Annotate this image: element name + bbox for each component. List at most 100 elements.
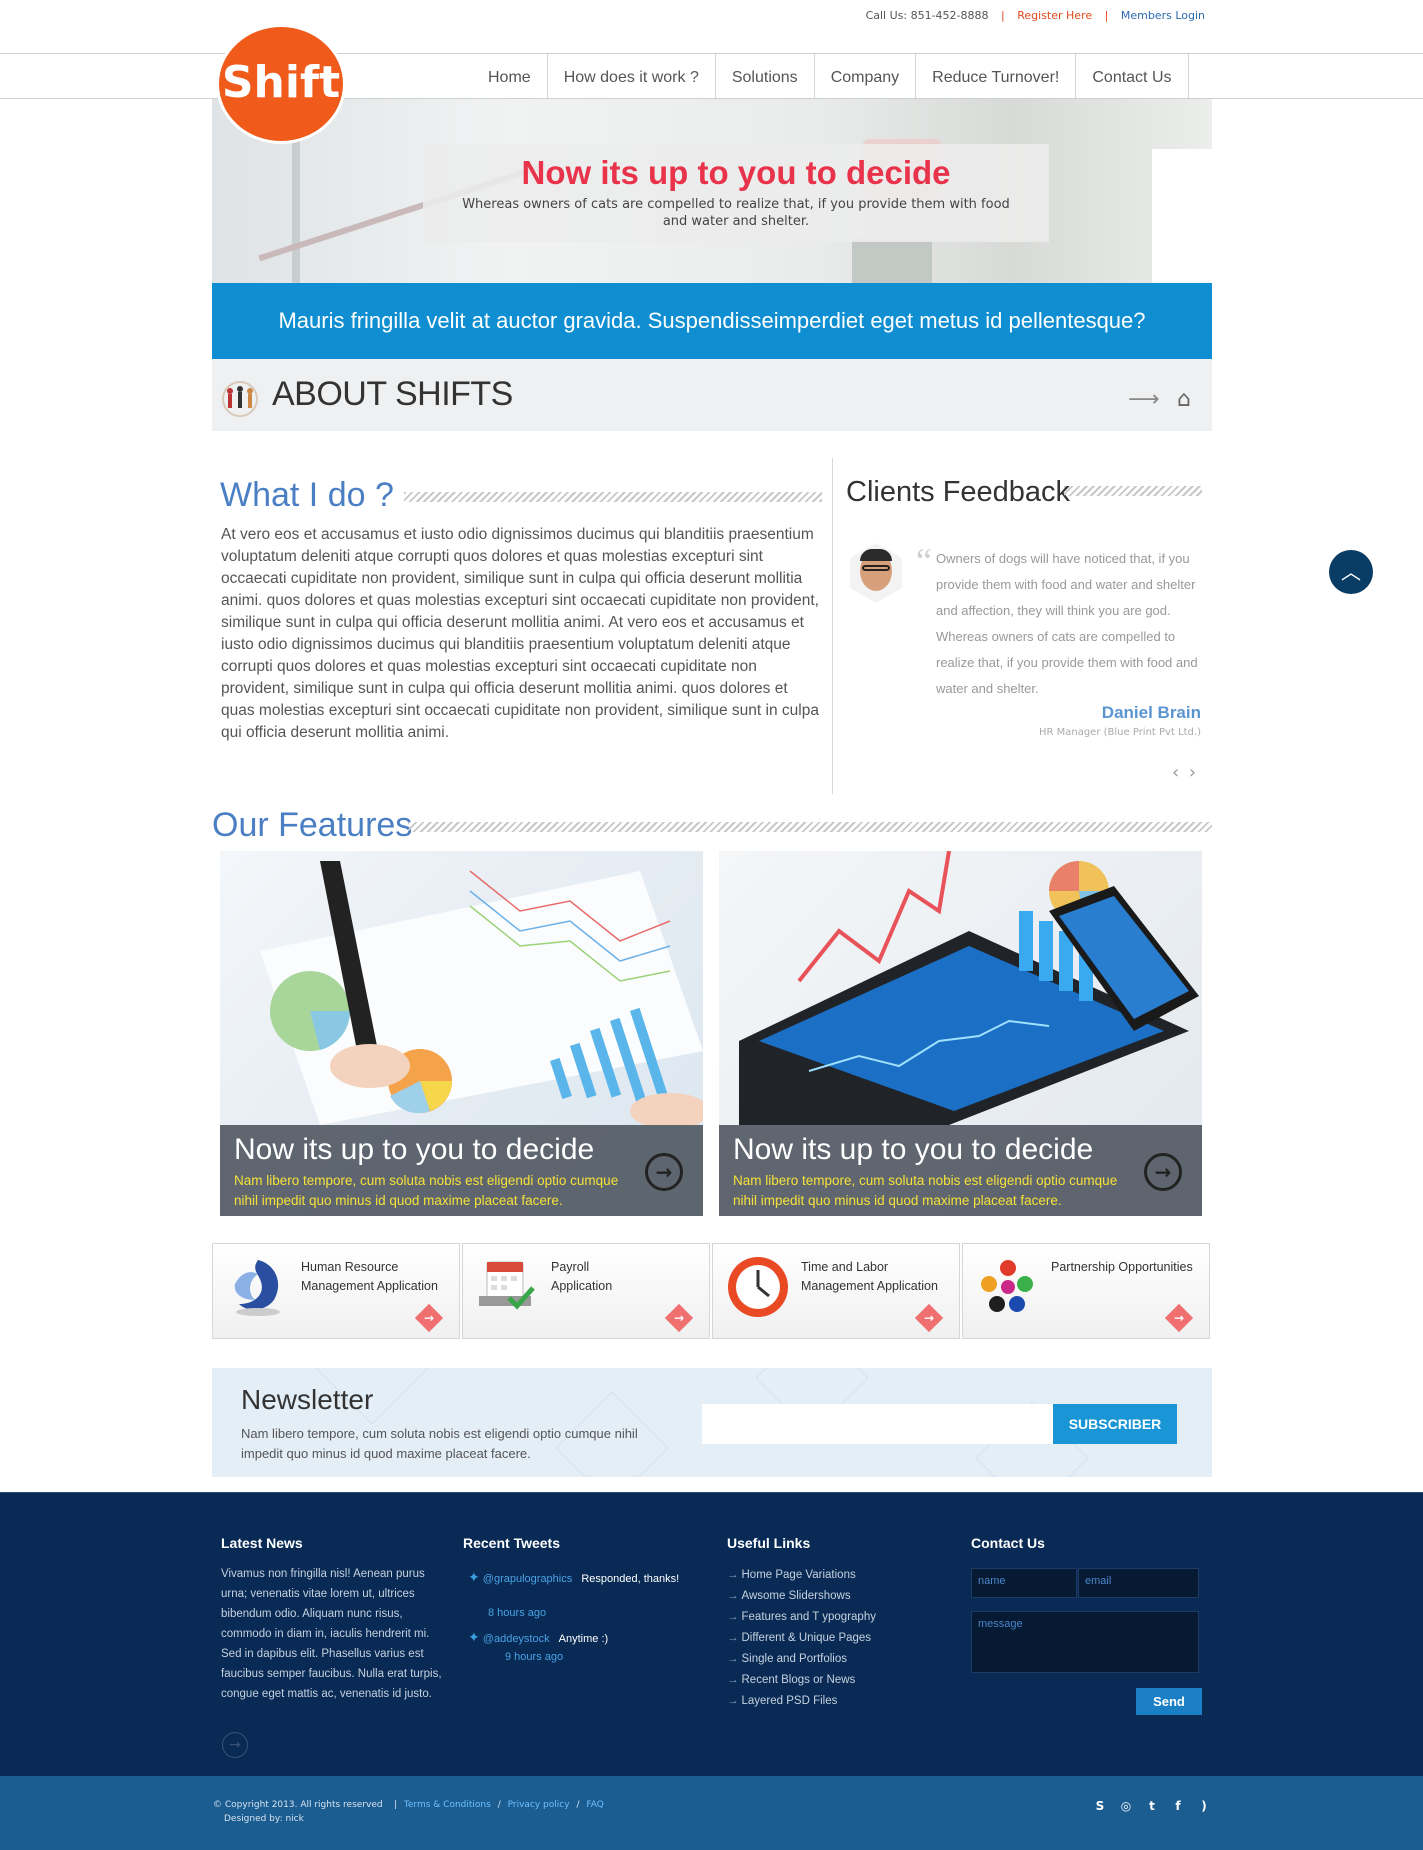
bottom-bar: © Copyright 2013. All rights reserved | …	[0, 1776, 1423, 1850]
tagline-band: Mauris fringilla velit at auctor gravida…	[212, 283, 1212, 369]
nav-item-solutions[interactable]: Solutions	[714, 54, 814, 99]
column-divider	[832, 458, 833, 794]
footer-link[interactable]: Single and Portfolios	[727, 1649, 876, 1670]
top-separator: |	[1001, 9, 1005, 22]
tweet-item: ✦ @addeystock Anytime :)	[468, 1629, 608, 1646]
subscribe-button[interactable]: SUBSCRIBER	[1053, 1404, 1177, 1444]
footer-link[interactable]: Features and T ypography	[727, 1607, 876, 1628]
app-tile-time[interactable]: Time and Labor Management Application →	[712, 1243, 960, 1339]
nav-item-how-it-works[interactable]: How does it work ?	[546, 54, 715, 99]
people-circle-icon	[222, 381, 258, 417]
newsletter-email-input[interactable]	[702, 1404, 1054, 1444]
feedback-quote: Owners of dogs will have noticed that, i…	[936, 551, 1198, 696]
twitter-bird-icon: ✦	[468, 1629, 480, 1645]
feedback-pager[interactable]: ‹ ›	[1172, 762, 1198, 783]
footer-news-title: Latest News	[221, 1535, 303, 1551]
app-tile-partnership[interactable]: Partnership Opportunities →	[962, 1243, 1210, 1339]
newsletter: Newsletter Nam libero tempore, cum solut…	[212, 1368, 1212, 1477]
arrow-right-icon[interactable]: →	[1164, 1303, 1194, 1333]
arrow-right-icon[interactable]: →	[222, 1732, 248, 1758]
dribbble-icon[interactable]: ◎	[1118, 1798, 1134, 1814]
avatar-hair	[860, 549, 892, 561]
members-login-link[interactable]: Members Login	[1121, 9, 1205, 22]
nav-item-home[interactable]: Home	[472, 54, 547, 99]
feature-text: Nam libero tempore, cum soluta nobis est…	[733, 1173, 1118, 1208]
app-tile-payroll[interactable]: Payroll Application →	[462, 1243, 710, 1339]
rss-icon[interactable]: )	[1196, 1798, 1212, 1814]
footer-link[interactable]: Awsome Slidershows	[727, 1586, 876, 1607]
feature-caption: Now its up to you to decide Nam libero t…	[719, 1125, 1202, 1216]
feature-card[interactable]: Now its up to you to decide Nam libero t…	[719, 851, 1202, 1216]
footer-tweets-title: Recent Tweets	[463, 1535, 560, 1551]
faq-link[interactable]: FAQ	[586, 1800, 603, 1810]
hero-title: Now its up to you to decide	[521, 154, 951, 191]
feedback-role: HR Manager (Blue Print Pvt Ltd.)	[1038, 727, 1201, 738]
top-info: Call Us: 851-452-8888 | Register Here | …	[866, 9, 1205, 22]
register-link[interactable]: Register Here	[1017, 9, 1092, 22]
about-bar: ABOUT SHIFTS ⟶ ⌂	[212, 359, 1212, 431]
hr-swirl-icon	[234, 1260, 280, 1316]
facebook-icon[interactable]: f	[1170, 1798, 1186, 1814]
tagline-text: Mauris fringilla velit at auctor gravida…	[278, 308, 1146, 333]
app-label: Payroll Application	[551, 1258, 612, 1296]
tweet-message: Anytime :)	[558, 1633, 609, 1645]
footer-link[interactable]: Home Page Variations	[727, 1565, 876, 1586]
footer-link[interactable]: Recent Blogs or News	[727, 1670, 876, 1691]
about-title: ABOUT SHIFTS	[272, 375, 513, 413]
nav-item-contact[interactable]: Contact Us	[1075, 54, 1189, 99]
tweet-handle[interactable]: @grapulographics	[483, 1573, 572, 1585]
arrow-circle-icon[interactable]: →	[1144, 1153, 1182, 1191]
tweet-item: ✦ @grapulographics Responded, thanks!	[468, 1569, 679, 1586]
hero-caption: Now its up to you to decide Whereas owne…	[423, 144, 1049, 242]
app-tile-hr[interactable]: Human Resource Management Application →	[212, 1243, 460, 1339]
logo-text: Shift	[221, 57, 341, 108]
tablet-illustration	[739, 851, 1199, 1125]
privacy-link[interactable]: Privacy policy	[508, 1800, 570, 1810]
footer	[0, 1492, 1423, 1776]
arrow-right-icon[interactable]: ⟶	[1128, 387, 1160, 412]
tweet-handle[interactable]: @addeystock	[483, 1633, 550, 1645]
feedback-title: Clients Feedback	[846, 476, 1071, 508]
home-icon[interactable]: ⌂	[1177, 387, 1191, 412]
contact-email-field[interactable]: email	[1078, 1568, 1199, 1598]
hero-deco	[852, 239, 932, 283]
site-logo[interactable]: Shift	[216, 24, 346, 144]
hero-deco	[1152, 149, 1212, 283]
tweet-time: 8 hours ago	[488, 1607, 547, 1619]
footer-link[interactable]: Different & Unique Pages	[727, 1628, 876, 1649]
section-divider	[1064, 486, 1202, 496]
app-label: Partnership Opportunities	[1051, 1258, 1193, 1277]
nav-item-reduce-turnover[interactable]: Reduce Turnover!	[915, 54, 1075, 99]
contact-name-field[interactable]: name	[971, 1568, 1077, 1598]
avatar	[850, 543, 902, 603]
nav-item-company[interactable]: Company	[813, 54, 915, 99]
useful-links: Home Page Variations Awsome Slidershows …	[727, 1565, 876, 1712]
skype-icon[interactable]: S	[1092, 1798, 1108, 1814]
twitter-icon[interactable]: t	[1144, 1798, 1160, 1814]
app-label-line: Application	[551, 1279, 613, 1293]
what-body: At vero eos et accusamus et iusto odio d…	[221, 526, 819, 741]
legal-separator: /	[576, 1800, 580, 1810]
footer-link[interactable]: Layered PSD Files	[727, 1691, 876, 1712]
feature-card[interactable]: Now its up to you to decide Nam libero t…	[220, 851, 703, 1216]
call-us-text: Call Us: 851-452-8888	[865, 9, 989, 22]
footer-contact-title: Contact Us	[971, 1535, 1045, 1551]
feature-text: Nam libero tempore, cum soluta nobis est…	[234, 1173, 619, 1208]
app-label: Human Resource Management Application	[301, 1258, 438, 1296]
arrow-right-icon[interactable]: →	[914, 1303, 944, 1333]
contact-message-field[interactable]: message	[971, 1611, 1199, 1673]
send-button[interactable]: Send	[1136, 1688, 1202, 1715]
arrow-circle-icon[interactable]: →	[645, 1153, 683, 1191]
avatar-glasses	[862, 565, 890, 571]
legal-separator: /	[497, 1800, 501, 1810]
terms-link[interactable]: Terms & Conditions	[404, 1800, 491, 1810]
arrow-right-icon[interactable]: →	[664, 1303, 694, 1333]
copyright: © Copyright 2013. All rights reserved	[213, 1800, 383, 1810]
top-bar: Call Us: 851-452-8888 | Register Here | …	[0, 0, 1423, 54]
social-icons: S ◎ t f )	[1092, 1798, 1212, 1814]
analytics-illustration	[260, 861, 703, 1125]
payroll-calendar-icon	[479, 1261, 535, 1310]
chevron-up-icon[interactable]: ︿	[1329, 550, 1373, 594]
arrow-right-icon[interactable]: →	[414, 1303, 444, 1333]
section-divider	[404, 492, 822, 502]
